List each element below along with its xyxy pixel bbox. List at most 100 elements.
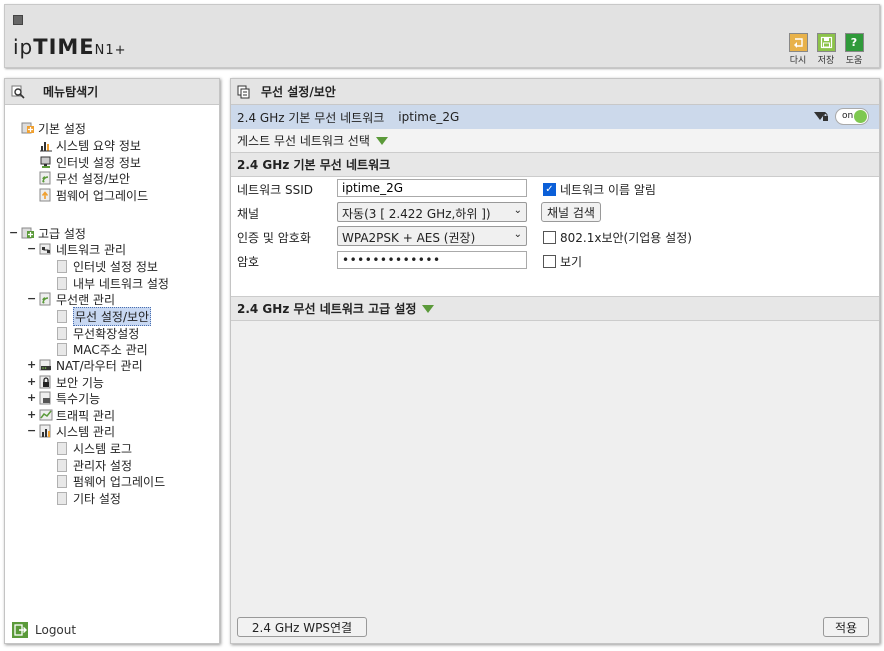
tree-wireless-extension[interactable]: 무선확장설정	[57, 325, 139, 341]
page-icon	[57, 441, 67, 455]
tree-internal-network[interactable]: 내부 네트워크 설정	[57, 275, 169, 291]
channel-row: 채널 자동(3 [ 2.422 GHz,하위 ]) ⌄ 채널 검색	[231, 201, 879, 225]
folder-plus-icon	[21, 226, 35, 240]
toolbar: 다시 저장 ? 도움	[787, 33, 865, 66]
advanced-settings-toggle[interactable]: 2.4 GHz 무선 네트워크 고급 설정	[231, 297, 879, 321]
network-form: 네트워크 SSID ✓ 네트워크 이름 알림 채널 자동(3 [ 2.422 G…	[231, 177, 879, 297]
help-button[interactable]: ? 도움	[843, 33, 865, 66]
page-icon	[57, 259, 67, 273]
logo-model: N1+	[94, 43, 127, 58]
tree-basic-settings[interactable]: 기본 설정	[21, 120, 86, 136]
tree-wireless-management[interactable]: 무선랜 관리	[39, 291, 115, 307]
save-button[interactable]: 저장	[815, 33, 837, 66]
band-label: 2.4 GHz 기본 무선 네트워크	[237, 110, 385, 125]
band-ssid: iptime_2G	[398, 110, 460, 124]
tree-other-settings[interactable]: 기타 설정	[57, 490, 121, 506]
help-label: 도움	[845, 56, 863, 66]
tree-internet-info[interactable]: 인터넷 설정 정보	[39, 154, 141, 170]
wifi-icon	[39, 171, 53, 185]
basic-network-section: 2.4 GHz 기본 무선 네트워크	[231, 153, 879, 177]
tree-wireless-security[interactable]: 무선 설정/보안	[39, 170, 130, 186]
auth-row: 인증 및 암호화 WPA2PSK + AES (권장) ⌄ 802.1x보안(기…	[231, 225, 879, 249]
content-panel: 무선 설정/보안 2.4 GHz 기본 무선 네트워크 iptime_2G on…	[230, 78, 880, 644]
tree-wireless-security-selected[interactable]: 무선 설정/보안	[57, 306, 152, 326]
ssid-input[interactable]	[337, 179, 527, 197]
undo-label: 다시	[789, 56, 807, 66]
logout-button[interactable]: Logout	[11, 621, 76, 639]
tree-security-functions[interactable]: 보안 기능	[39, 374, 104, 390]
window-icon	[13, 15, 23, 25]
undo-button[interactable]: 다시	[787, 33, 809, 66]
chevron-down-icon	[422, 304, 435, 313]
tree-nat-router[interactable]: NAT/라우터 관리	[39, 357, 143, 373]
tree-expander-advanced[interactable]: −	[9, 226, 18, 239]
apply-button[interactable]: 적용	[823, 617, 869, 637]
wps-connect-button[interactable]: 2.4 GHz WPS연결	[237, 617, 367, 637]
password-row: 암호 ••••••••••••• 보기	[237, 251, 583, 270]
router-icon	[39, 358, 53, 372]
save-icon	[816, 33, 836, 52]
channel-select[interactable]: 자동(3 [ 2.422 GHz,하위 ]) ⌄	[337, 202, 527, 222]
wifi-icon	[39, 292, 53, 306]
chevron-down-icon: ⌄	[513, 229, 522, 240]
tree-expander-network[interactable]: −	[27, 242, 36, 255]
menu-explorer-panel: 메뉴탐색기 기본 설정 시스템 요약 정보 인터넷 설정 정보 무선 설정/보안…	[4, 78, 220, 644]
network-icon	[39, 242, 53, 256]
logo-bold: TIME	[33, 35, 95, 59]
tree-traffic-management[interactable]: 트래픽 관리	[39, 407, 115, 423]
tree-system-management[interactable]: 시스템 관리	[39, 423, 115, 439]
page-copy-icon	[237, 85, 251, 99]
tree-firmware-upgrade[interactable]: 펌웨어 업그레이드	[39, 187, 148, 203]
undo-icon	[788, 33, 808, 52]
menu-explorer-header: 메뉴탐색기	[5, 79, 219, 105]
toggle-group: on	[813, 108, 869, 125]
tree-advanced-settings[interactable]: 고급 설정	[21, 225, 86, 241]
tree-internet-settings[interactable]: 인터넷 설정 정보	[57, 258, 158, 274]
password-input[interactable]: •••••••••••••	[337, 251, 527, 269]
save-label: 저장	[817, 56, 835, 66]
tree-network-management[interactable]: 네트워크 관리	[39, 241, 126, 257]
chevron-down-icon	[375, 136, 388, 145]
tree-system-log[interactable]: 시스템 로그	[57, 440, 132, 456]
auth-select[interactable]: WPA2PSK + AES (권장) ⌄	[337, 226, 527, 246]
tree-expander-special[interactable]: +	[27, 391, 36, 404]
show-password-checkbox[interactable]: 보기	[543, 253, 582, 270]
ssid-row: 네트워크 SSID ✓ 네트워크 이름 알림	[231, 177, 879, 201]
help-icon: ?	[844, 33, 864, 52]
header-bar: ipTIMEN1+ 다시 저장 ? 도움	[4, 4, 880, 68]
tree-expander-wireless[interactable]: −	[27, 292, 36, 305]
network-band-bar[interactable]: 2.4 GHz 기본 무선 네트워크 iptime_2G on	[231, 105, 879, 129]
chevron-down-icon: ⌄	[513, 205, 522, 216]
tree-special-functions[interactable]: 특수기능	[39, 390, 100, 406]
page-icon	[57, 491, 67, 505]
tree-expander-nat[interactable]: +	[27, 358, 36, 371]
tree-expander-security[interactable]: +	[27, 375, 36, 388]
search-icon	[11, 85, 25, 99]
page-icon	[57, 276, 67, 290]
page-icon	[57, 474, 67, 488]
tree-expander-traffic[interactable]: +	[27, 408, 36, 421]
guest-network-selector[interactable]: 게스트 무선 네트워크 선택	[231, 129, 879, 153]
tree-mac-management[interactable]: MAC주소 관리	[57, 341, 148, 357]
tree-admin-settings[interactable]: 관리자 설정	[57, 457, 132, 473]
iptime-logo: ipTIMEN1+	[13, 35, 127, 59]
upload-icon	[39, 188, 53, 202]
page-icon	[57, 326, 67, 340]
tree-expander-system[interactable]: −	[27, 424, 36, 437]
wifi-lock-icon	[813, 108, 829, 125]
channel-search-button[interactable]: 채널 검색	[541, 202, 601, 222]
wireless-toggle[interactable]: on	[835, 108, 869, 125]
content-header: 무선 설정/보안	[231, 79, 879, 105]
tree-system-summary[interactable]: 시스템 요약 정보	[39, 137, 141, 153]
toggle-knob	[854, 110, 867, 123]
checkmark-icon: ✓	[543, 183, 556, 196]
broadcast-ssid-checkbox[interactable]: ✓ 네트워크 이름 알림	[543, 181, 656, 198]
enterprise-checkbox[interactable]: 802.1x보안(기업용 설정)	[543, 229, 692, 246]
menu-explorer-title: 메뉴탐색기	[43, 85, 99, 99]
page-icon	[57, 458, 67, 472]
page-icon	[57, 309, 67, 323]
chart-icon	[39, 138, 53, 152]
folder-plus-icon	[21, 121, 35, 135]
content-title: 무선 설정/보안	[261, 85, 336, 99]
tree-firmware-upgrade-adv[interactable]: 펌웨어 업그레이드	[57, 473, 165, 489]
